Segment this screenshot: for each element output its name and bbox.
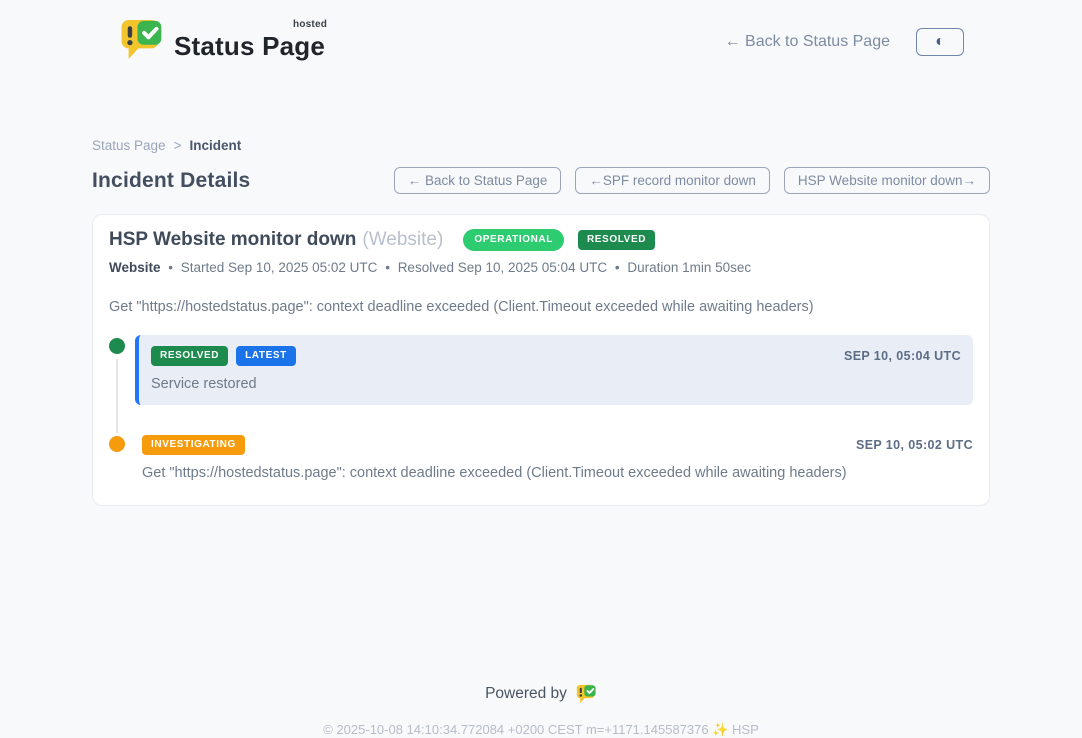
incident-meta: Website • Started Sep 10, 2025 05:02 UTC… xyxy=(109,260,973,275)
breadcrumb: Status Page > Incident xyxy=(92,138,990,153)
timeline-timestamp: SEP 10, 05:02 UTC xyxy=(856,438,973,452)
footer: Powered by © 2025-10-08 14:10:34.772084 … xyxy=(92,684,990,738)
timeline-timestamp: SEP 10, 05:04 UTC xyxy=(844,349,961,363)
theme-toggle-button[interactable]: ◐ xyxy=(916,28,964,56)
breadcrumb-incident: Incident xyxy=(189,138,241,153)
incident-description: Get "https://hostedstatus.page": context… xyxy=(109,299,973,315)
incident-card: HSP Website monitor down (Website) OPERA… xyxy=(92,214,990,506)
meta-started: Started Sep 10, 2025 05:02 UTC xyxy=(181,260,378,275)
back-to-status-page-link[interactable]: ← Back to Status Page xyxy=(725,33,890,51)
incident-state-badge: RESOLVED xyxy=(578,230,655,250)
half-circle-icon: ◐ xyxy=(935,34,945,50)
investigating-badge: INVESTIGATING xyxy=(142,435,245,455)
latest-badge: LATEST xyxy=(236,346,296,366)
back-to-status-page-button[interactable]: ← Back to Status Page xyxy=(394,167,562,194)
operational-status-badge: OPERATIONAL xyxy=(463,229,564,251)
incident-timeline: RESOLVED LATEST SEP 10, 05:04 UTC Servic… xyxy=(109,335,973,481)
timeline-dot-green xyxy=(109,338,125,354)
timeline-dot-orange xyxy=(109,436,125,452)
timeline-message: Get "https://hostedstatus.page": context… xyxy=(142,465,973,481)
timeline-message: Service restored xyxy=(151,376,961,392)
meta-duration: Duration 1min 50sec xyxy=(627,260,751,275)
statuspage-logo-icon-small[interactable] xyxy=(575,684,597,704)
timeline-entry-resolved: RESOLVED LATEST SEP 10, 05:04 UTC Servic… xyxy=(109,335,973,405)
next-incident-button[interactable]: HSP Website monitor down→ xyxy=(784,167,990,194)
brand-name: Status Page hosted xyxy=(174,23,325,62)
brand-hosted-label: hosted xyxy=(293,19,327,30)
incident-title: HSP Website monitor down xyxy=(109,229,356,251)
breadcrumb-status-page[interactable]: Status Page xyxy=(92,138,166,153)
resolved-badge: RESOLVED xyxy=(151,346,228,366)
page-title: Incident Details xyxy=(92,169,250,193)
timeline-entry-investigating: INVESTIGATING SEP 10, 05:02 UTC Get "htt… xyxy=(109,433,973,481)
statuspage-logo-icon xyxy=(118,18,164,66)
meta-resolved: Resolved Sep 10, 2025 05:04 UTC xyxy=(398,260,607,275)
copyright-text: © 2025-10-08 14:10:34.772084 +0200 CEST … xyxy=(92,722,990,738)
incident-nav-buttons: ← Back to Status Page ←SPF record monito… xyxy=(394,167,990,194)
brand-logo[interactable]: Status Page hosted xyxy=(118,18,325,66)
prev-incident-button[interactable]: ←SPF record monitor down xyxy=(575,167,770,194)
breadcrumb-separator: > xyxy=(174,138,182,153)
header: Status Page hosted ← Back to Status Page… xyxy=(92,0,990,66)
incident-component: (Website) xyxy=(362,229,443,251)
powered-by-label: Powered by xyxy=(485,685,567,703)
meta-component: Website xyxy=(109,260,161,275)
